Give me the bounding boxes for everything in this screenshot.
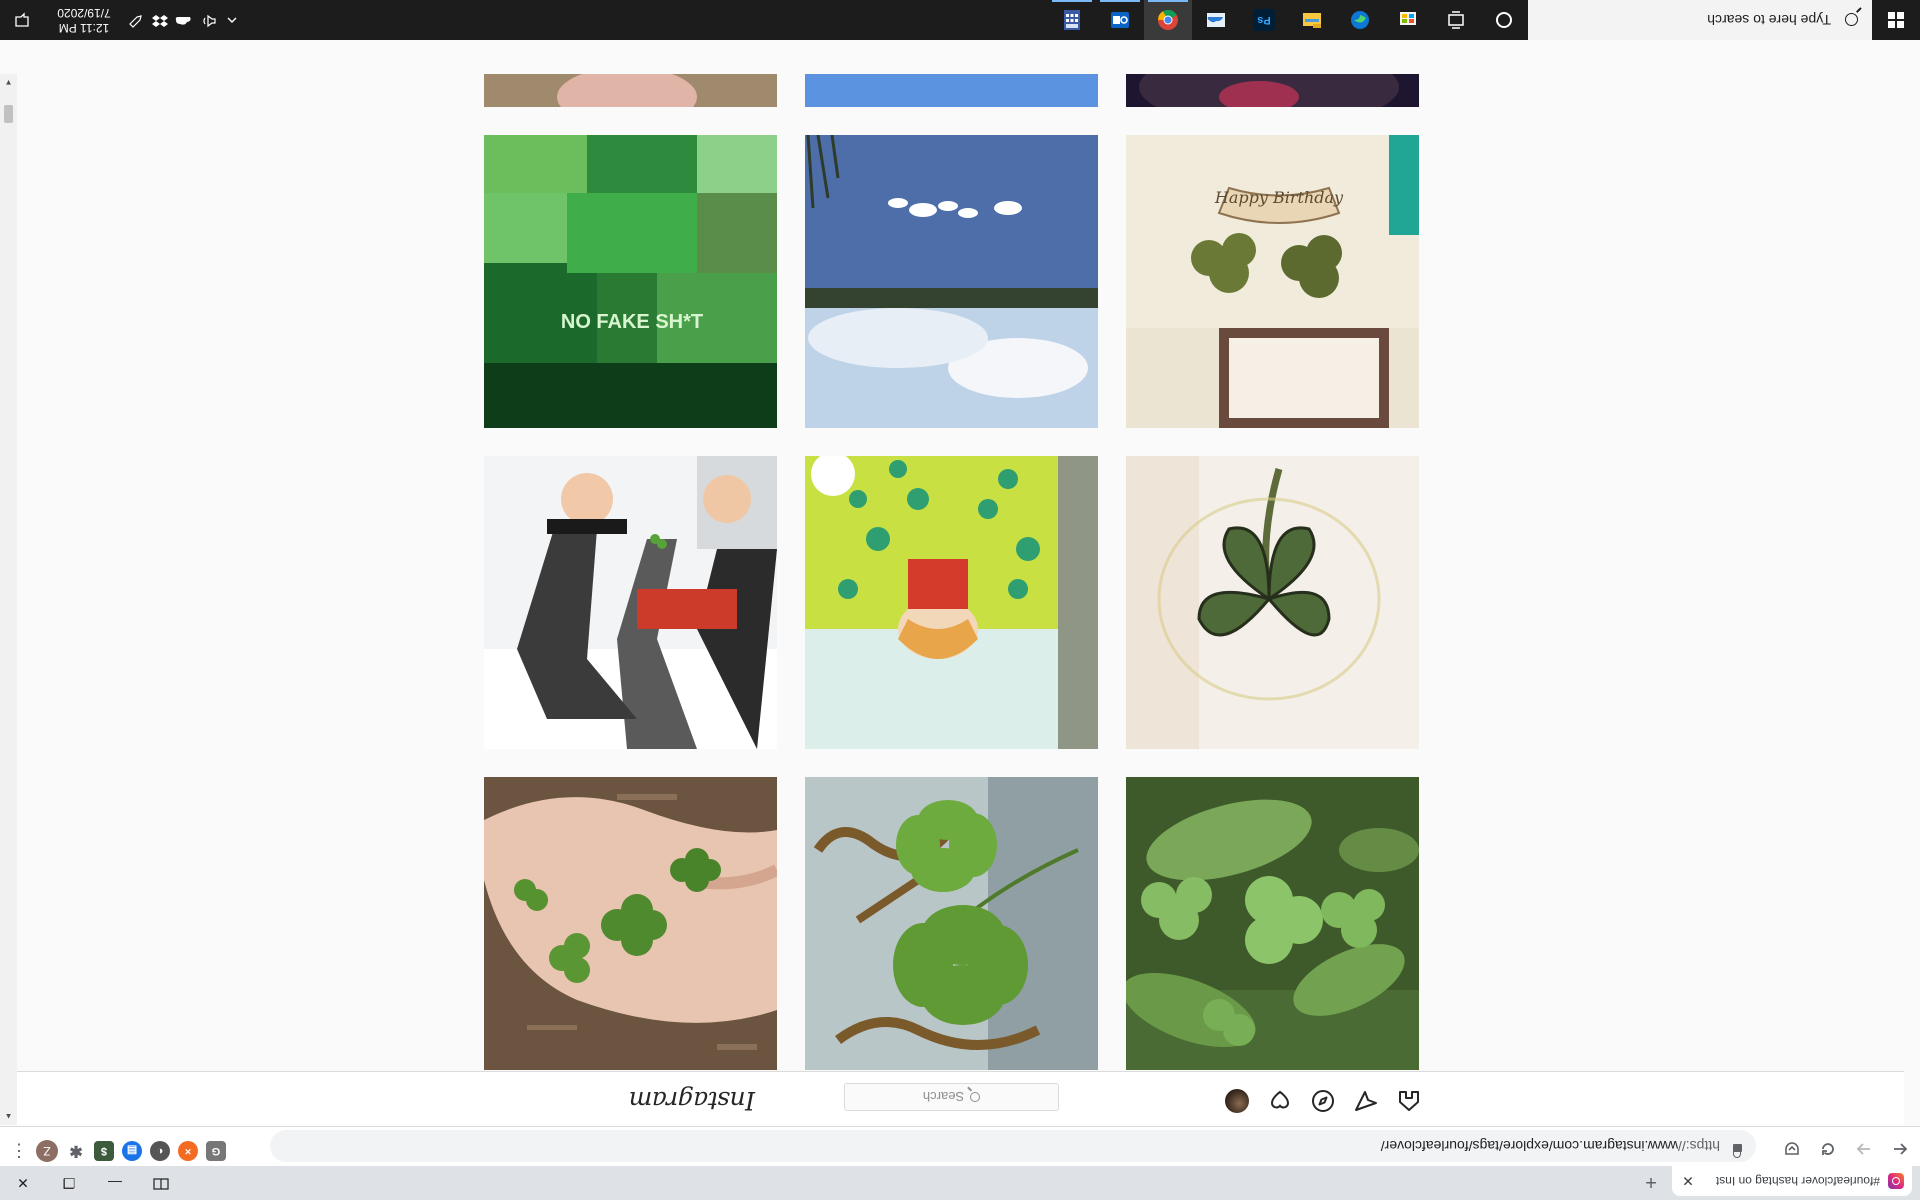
explore-compass-icon[interactable] <box>1311 1089 1335 1113</box>
extension-orange-icon[interactable]: × <box>178 1141 198 1161</box>
grid-tile[interactable] <box>1126 74 1419 107</box>
minimize-button[interactable]: — <box>92 1166 138 1200</box>
tab-title: #fourleafclover hashtag on Inst <box>1715 1174 1880 1188</box>
activity-heart-icon[interactable] <box>1268 1089 1292 1113</box>
grid-tile[interactable] <box>484 456 777 749</box>
scroll-down-arrow-icon[interactable]: ▼ <box>0 74 17 91</box>
extension-blue-icon[interactable]: ▤ <box>122 1141 142 1161</box>
tab-close-icon[interactable]: ✕ <box>1680 1173 1696 1190</box>
photoshop-icon[interactable]: Ps <box>1240 0 1288 40</box>
calculator-icon[interactable] <box>1048 0 1096 40</box>
volume-icon[interactable] <box>196 12 220 29</box>
browser-toolbar: https:// www.instagram.com/explore/tags/… <box>0 1126 1920 1166</box>
url-text: www.instagram.com/explore/tags/fourleafc… <box>1380 1138 1678 1154</box>
collage-text: NO FAKE SH*T <box>561 311 703 333</box>
tray-chevron-icon[interactable] <box>220 13 244 28</box>
scrollbar-thumb[interactable] <box>4 105 13 123</box>
forward-button[interactable] <box>1848 1131 1880 1163</box>
browser-menu-icon[interactable]: ⋮ <box>10 1141 28 1162</box>
profile-avatar-icon[interactable] <box>1225 1089 1249 1113</box>
browser-tab-strip: #fourleafclover hashtag on Inst ✕ + — ❐ … <box>0 1166 1920 1200</box>
window-controls: — ❐ ✕ <box>0 1166 184 1200</box>
dropbox-icon[interactable] <box>148 12 172 29</box>
task-view-icon[interactable] <box>1432 0 1480 40</box>
home-icon[interactable] <box>1397 1089 1421 1113</box>
pocket-extension-icon[interactable] <box>1776 1131 1808 1163</box>
action-center-icon[interactable] <box>0 12 44 28</box>
profile-avatar[interactable]: Z <box>36 1140 58 1162</box>
lock-icon <box>1732 1143 1742 1153</box>
clock-date: 7/19/2020 <box>57 6 111 20</box>
taskbar-search-icon <box>1845 13 1858 27</box>
hashtag-photo-grid: Happy Birthday Thankful For You NO FAKE … <box>484 74 1419 1070</box>
instagram-favicon-icon <box>1888 1173 1904 1189</box>
taskbar-search-box[interactable]: Type here to search <box>1528 0 1872 40</box>
onedrive-icon[interactable] <box>1192 0 1240 40</box>
browser-tab-instagram[interactable]: #fourleafclover hashtag on Inst ✕ <box>1672 1166 1912 1196</box>
grid-tile[interactable] <box>484 777 777 1070</box>
microsoft-store-icon[interactable] <box>1384 0 1432 40</box>
close-window-button[interactable]: ✕ <box>0 1166 46 1200</box>
url-scheme: https:// <box>1677 1138 1720 1154</box>
extensions-area: G × ◐ ▤ $ ✱ Z ⋮ <box>10 1140 226 1162</box>
clock-time: 12:11 PM <box>58 21 110 35</box>
screen: #fourleafclover hashtag on Inst ✕ + — ❐ … <box>0 0 1920 1200</box>
onedrive-tray-icon[interactable] <box>172 13 196 28</box>
extension-dollar-icon[interactable]: $ <box>94 1141 114 1161</box>
scroll-up-arrow-icon[interactable]: ▲ <box>0 1108 17 1125</box>
chrome-icon[interactable] <box>1144 0 1192 40</box>
taskbar-search-placeholder: Type here to search <box>1707 12 1831 28</box>
edge-icon[interactable] <box>1336 0 1384 40</box>
instagram-search-input[interactable]: Search <box>844 1083 1059 1111</box>
extensions-puzzle-icon[interactable]: ✱ <box>66 1141 86 1161</box>
back-button[interactable] <box>1884 1131 1916 1163</box>
pen-icon[interactable] <box>124 12 148 29</box>
system-tray: 12:11 PM 7/19/2020 <box>0 0 244 40</box>
new-tab-button[interactable]: + <box>1638 1168 1664 1194</box>
reload-button[interactable] <box>1812 1131 1844 1163</box>
instagram-header: Instagram Search <box>0 1071 1904 1125</box>
grid-tile[interactable]: Happy Birthday Thankful For You <box>1126 135 1419 428</box>
windows-taskbar: Type here to search Ps 12:11 PM 7/19/202… <box>0 0 1920 40</box>
extension-g-icon[interactable]: G <box>206 1141 226 1161</box>
taskbar-clock[interactable]: 12:11 PM 7/19/2020 <box>44 5 124 35</box>
direct-messages-icon[interactable] <box>1354 1089 1378 1113</box>
restore-button[interactable]: ❐ <box>46 1166 92 1200</box>
file-explorer-icon[interactable] <box>1288 0 1336 40</box>
grid-tile[interactable] <box>484 74 777 107</box>
grid-tile[interactable]: NO FAKE SH*T <box>484 135 777 428</box>
grid-tile[interactable] <box>805 777 1098 1070</box>
extension-circle-icon[interactable]: ◐ <box>150 1141 170 1161</box>
grid-tile[interactable] <box>805 135 1098 428</box>
grid-tile[interactable] <box>1126 456 1419 749</box>
card-text: Happy Birthday <box>1214 188 1344 207</box>
start-button[interactable] <box>1872 0 1920 40</box>
grid-tile[interactable] <box>805 456 1098 749</box>
search-icon <box>970 1092 981 1102</box>
stamp-text: Thankful For You <box>1243 371 1364 387</box>
outlook-icon[interactable] <box>1096 0 1144 40</box>
search-placeholder: Search <box>922 1089 965 1105</box>
page-scrollbar[interactable]: ▲ ▼ <box>0 74 17 1125</box>
cortana-icon[interactable] <box>1480 0 1528 40</box>
instagram-nav <box>1225 1089 1421 1113</box>
tab-search-icon[interactable] <box>138 1166 184 1200</box>
grid-tile[interactable] <box>1126 777 1419 1070</box>
instagram-logo[interactable]: Instagram <box>629 1086 755 1115</box>
grid-tile[interactable] <box>805 74 1098 107</box>
address-bar[interactable]: https:// www.instagram.com/explore/tags/… <box>270 1130 1756 1162</box>
